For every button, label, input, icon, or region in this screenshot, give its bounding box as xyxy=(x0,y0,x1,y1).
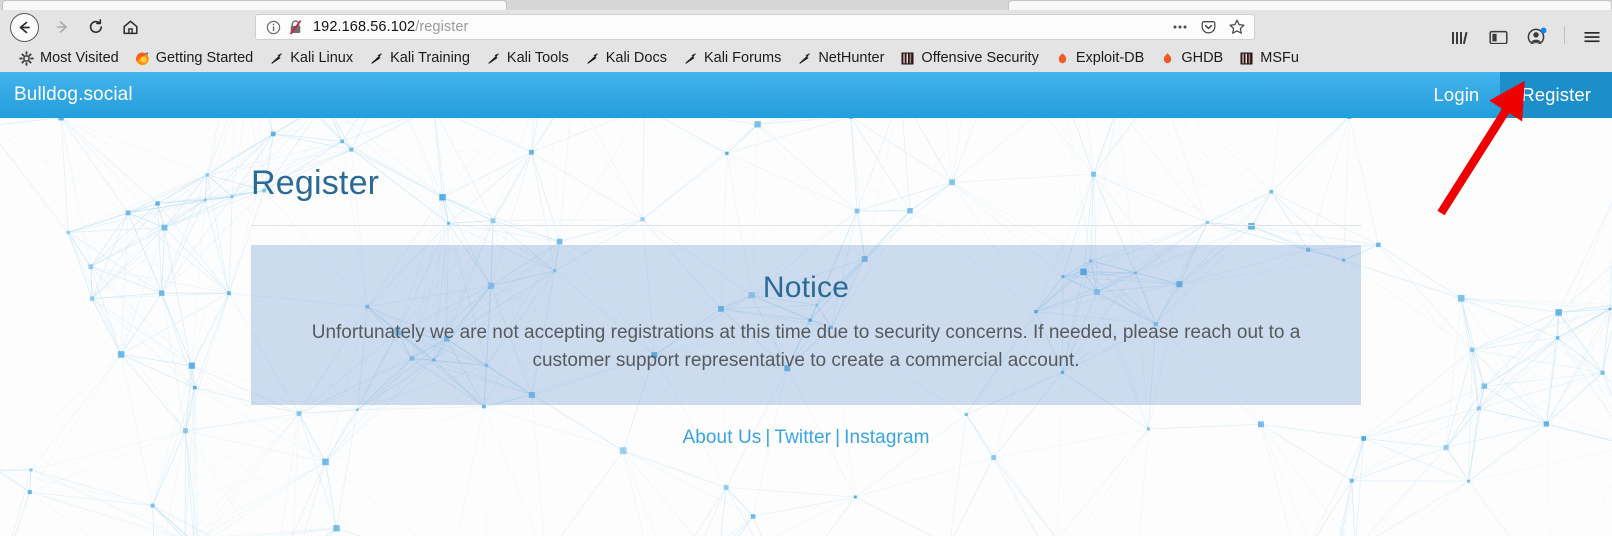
bookmark-ghdb[interactable]: GHDB xyxy=(1153,48,1232,68)
bookmark-label: Kali Docs xyxy=(605,50,667,66)
url-bar[interactable]: 192.168.56.102/register xyxy=(255,14,1255,40)
url-bar-actions xyxy=(1171,18,1246,36)
site-navbar: Bulldog.social Login Register xyxy=(0,72,1612,118)
web-page-viewport: Bulldog.social Login Register Register N… xyxy=(0,72,1612,536)
page-title: Register xyxy=(251,164,380,202)
notice-title: Notice xyxy=(762,271,850,304)
bookmark-msfu[interactable]: MSFu xyxy=(1232,48,1308,68)
dragon-icon xyxy=(269,51,284,66)
bookmark-kali-linux[interactable]: Kali Linux xyxy=(262,48,362,68)
crossed-out-lock-icon[interactable] xyxy=(288,19,303,35)
title-divider xyxy=(251,225,1361,226)
bookmark-kali-training[interactable]: Kali Training xyxy=(362,48,479,68)
reload-icon xyxy=(87,18,105,36)
home-button[interactable] xyxy=(113,12,147,42)
browser-tab[interactable] xyxy=(1008,0,1612,10)
tab-strip-background xyxy=(507,0,1008,10)
tab-strip xyxy=(0,0,1612,10)
bookmarks-bar: Most Visited Getting Started Kali Linux … xyxy=(0,44,1612,72)
arrow-right-icon xyxy=(53,18,71,36)
footer-separator: | xyxy=(765,427,771,448)
content-container: Register Notice Unfortunately we are not… xyxy=(251,118,1361,449)
bookmark-kali-tools[interactable]: Kali Tools xyxy=(479,48,578,68)
dragon-icon xyxy=(486,51,501,66)
pocket-icon[interactable] xyxy=(1200,19,1217,36)
page-content: Register Notice Unfortunately we are not… xyxy=(0,118,1612,449)
footer-link-twitter[interactable]: Twitter xyxy=(774,427,831,448)
bookmark-offensive-security[interactable]: Offensive Security xyxy=(893,48,1047,68)
reload-button[interactable] xyxy=(79,12,113,42)
url-host: 192.168.56.102 xyxy=(313,19,416,35)
bookmark-label: Kali Forums xyxy=(703,50,782,66)
footer-link-about-us[interactable]: About Us xyxy=(682,427,761,448)
bookmark-star-icon[interactable] xyxy=(1228,18,1246,36)
bookmark-label: Kali Tools xyxy=(506,50,569,66)
bookmark-most-visited[interactable]: Most Visited xyxy=(12,48,128,68)
bookmark-label: Most Visited xyxy=(40,50,119,66)
url-text: 192.168.56.102/register xyxy=(313,19,1171,35)
arrow-left-icon xyxy=(16,19,33,36)
notice-body: Unfortunately we are not accepting regis… xyxy=(311,322,1301,371)
bookmark-label: Kali Linux xyxy=(290,50,354,66)
browser-tab[interactable] xyxy=(2,0,507,10)
bookmark-kali-docs[interactable]: Kali Docs xyxy=(578,48,676,68)
bookmark-exploit-db[interactable]: Exploit-DB xyxy=(1048,48,1154,68)
bookmark-nethunter[interactable]: NetHunter xyxy=(790,48,893,68)
dragon-icon xyxy=(369,51,384,66)
bookmark-getting-started[interactable]: Getting Started xyxy=(128,48,263,68)
exploitdb-icon xyxy=(1160,51,1175,66)
dragon-icon xyxy=(683,51,698,66)
site-nav-links: Login Register xyxy=(1413,72,1612,118)
notice-panel: Notice Unfortunately we are not acceptin… xyxy=(251,245,1361,405)
offsec-icon xyxy=(900,51,915,66)
offsec-icon xyxy=(1239,51,1254,66)
home-icon xyxy=(121,18,140,37)
site-brand[interactable]: Bulldog.social xyxy=(14,84,133,106)
url-path: /register xyxy=(415,19,469,35)
info-circle-icon[interactable] xyxy=(266,20,281,35)
forward-button[interactable] xyxy=(45,12,79,42)
browser-chrome: 192.168.56.102/register Most Visited Get… xyxy=(0,0,1612,72)
exploitdb-icon xyxy=(1055,51,1070,66)
bookmark-label: Offensive Security xyxy=(921,50,1039,66)
nav-link-register[interactable]: Register xyxy=(1500,72,1612,118)
footer-link-instagram[interactable]: Instagram xyxy=(844,427,929,448)
footer-links: About Us | Twitter | Instagram xyxy=(251,427,1361,449)
page-actions-icon[interactable] xyxy=(1171,19,1189,35)
back-button[interactable] xyxy=(10,12,39,42)
bookmark-label: Kali Training xyxy=(390,50,470,66)
bookmark-label: NetHunter xyxy=(818,50,885,66)
bookmark-label: MSFu xyxy=(1260,50,1299,66)
bookmark-label: GHDB xyxy=(1181,50,1224,66)
gear-icon xyxy=(19,50,34,66)
bookmark-label: Getting Started xyxy=(155,50,254,66)
bookmark-kali-forums[interactable]: Kali Forums xyxy=(676,48,790,68)
footer-separator: | xyxy=(835,427,841,448)
dragon-icon xyxy=(585,51,600,66)
browser-toolbar: 192.168.56.102/register xyxy=(0,10,1612,48)
firefox-icon xyxy=(135,51,150,66)
dragon-icon xyxy=(797,51,812,66)
nav-link-login[interactable]: Login xyxy=(1413,72,1501,118)
bookmark-label: Exploit-DB xyxy=(1075,50,1145,66)
